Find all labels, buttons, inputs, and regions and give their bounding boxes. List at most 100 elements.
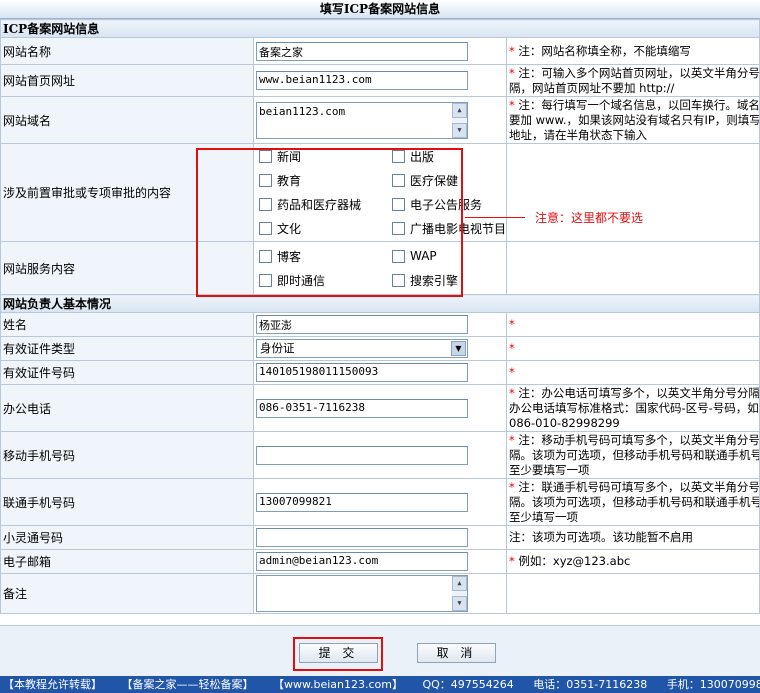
approval-label: 涉及前置审批或专项审批的内容 (0, 143, 254, 242)
checkbox-label: 出版 (410, 150, 435, 164)
checkbox-label: 广播电影电视节目 (410, 222, 507, 236)
person-name-input[interactable]: 杨亚澎 (256, 315, 468, 334)
checkbox-label: WAP (410, 249, 437, 263)
unicom-label: 联通手机号码 (0, 478, 254, 526)
checkbox-icon[interactable] (259, 249, 272, 263)
scroll-up-icon[interactable]: ▲ (452, 576, 467, 591)
id-number-input[interactable]: 140105198011150093 (256, 363, 468, 382)
checkbox-label: 博客 (277, 249, 302, 264)
office-phone-note-2: 办公电话填写标准格式：国家代码-区号-号码，如： (509, 400, 760, 415)
office-phone-note-3: 086-010-82998299 (509, 415, 620, 430)
checkbox-label: 搜索引擎 (410, 273, 459, 288)
approval-checkbox-healthcare[interactable]: 医疗保健 (389, 169, 506, 193)
site-name-note: * 注：网站名称填全称，不能填缩写 (509, 43, 691, 58)
footer-item: 电话：0351-7116238 (533, 678, 648, 691)
approval-checkbox-education[interactable]: 教育 (256, 169, 389, 193)
site-url-input[interactable]: www.beian1123.com (256, 71, 468, 90)
remark-label: 备注 (0, 573, 254, 614)
checkbox-label: 电子公告服务 (410, 198, 483, 212)
submit-highlight-box (293, 637, 383, 671)
unicom-note-3: 至少填写一项 (509, 509, 578, 524)
site-url-note-2: 隔，网站首页网址不要加 http:// (509, 80, 675, 95)
site-url-label: 网站首页网址 (0, 64, 254, 97)
checkbox-label: 医疗保健 (410, 174, 459, 188)
chevron-down-icon[interactable]: ▼ (451, 341, 466, 356)
site-domain-value: beian1123.com (259, 104, 346, 118)
checkbox-icon[interactable] (392, 273, 405, 287)
approval-checkbox-culture[interactable]: 文化 (256, 217, 389, 241)
domain-scrollbar[interactable]: ▲ ▼ (452, 102, 467, 138)
checkbox-label: 药品和医疗器械 (277, 198, 362, 212)
phs-note: 注：该项为可选项。该功能暂不启用 (509, 530, 693, 544)
required-star: * (509, 365, 515, 379)
checkbox-icon[interactable] (392, 174, 405, 187)
annotation-line (465, 217, 525, 218)
scroll-down-icon[interactable]: ▼ (452, 596, 467, 611)
service-checkbox-search[interactable]: 搜索引擎 (389, 268, 506, 292)
approval-checkbox-drugs[interactable]: 药品和医疗器械 (256, 193, 389, 217)
approval-checkbox-publishing[interactable]: 出版 (389, 145, 506, 169)
site-name-input[interactable]: 备案之家 (256, 41, 468, 61)
remark-textarea[interactable]: ▲ ▼ (256, 575, 468, 612)
unicom-note-2: 隔。该项为可选项，但移动手机号码和联通手机号码 (509, 494, 760, 509)
footer-bar: 【本教程允许转载】 【备案之家——轻松备案】 【www.beian123.com… (0, 676, 760, 693)
remark-scrollbar[interactable]: ▲ ▼ (452, 576, 467, 611)
service-checkbox-blog[interactable]: 博客 (256, 244, 389, 268)
phs-input[interactable] (256, 528, 468, 547)
email-input[interactable]: admin@beian123.com (256, 552, 468, 571)
id-type-value: 身份证 (260, 341, 295, 355)
footer-item: 【www.beian123.com】 (273, 678, 403, 691)
email-label: 电子邮箱 (0, 549, 254, 574)
service-label: 网站服务内容 (0, 241, 254, 295)
footer-item: 【本教程允许转载】 (3, 678, 102, 691)
approval-checkbox-broadcast[interactable]: 广播电影电视节目 (389, 217, 507, 241)
service-checkbox-wap[interactable]: WAP (389, 244, 506, 268)
site-domain-textarea[interactable]: beian1123.com ▲ ▼ (256, 101, 468, 139)
checkbox-label: 新闻 (277, 150, 302, 164)
footer-item: QQ：497554264 (422, 678, 514, 691)
checkbox-icon[interactable] (259, 198, 272, 211)
site-domain-note-1: * 注：每行填写一个域名信息，以回车换行。域名不 (509, 97, 760, 112)
checkbox-icon[interactable] (259, 150, 272, 163)
footer-item: 【备案之家——轻松备案】 (121, 678, 254, 691)
checkbox-label: 教育 (277, 174, 302, 188)
checkbox-icon[interactable] (259, 174, 272, 187)
checkbox-icon[interactable] (392, 222, 405, 235)
approval-checkbox-bbs[interactable]: 电子公告服务 (389, 193, 506, 217)
section-site-header: ICP备案网站信息 (0, 19, 760, 38)
page-title: 填写ICP备案网站信息 (0, 0, 760, 19)
approval-checkbox-grid: 新闻 出版 教育 医疗保健 药品和医疗器械 电子公告服务 文化 广播电影电视节目 (256, 145, 507, 241)
section-person-header: 网站负责人基本情况 (0, 294, 760, 313)
scroll-down-icon[interactable]: ▼ (452, 122, 467, 138)
checkbox-icon[interactable] (392, 249, 405, 263)
checkbox-icon[interactable] (392, 150, 405, 163)
annotation-text: 注意：这里都不要选 (535, 211, 644, 225)
service-checkbox-grid: 博客 WAP 即时通信 搜索引擎 (256, 244, 504, 292)
mobile-note-1: * 注：移动手机号码可填写多个，以英文半角分号分 (509, 432, 760, 447)
person-name-label: 姓名 (0, 312, 254, 337)
mobile-label: 移动手机号码 (0, 431, 254, 479)
checkbox-icon[interactable] (259, 273, 272, 287)
unicom-note-1: * 注：联通手机号码可填写多个，以英文半角分号分 (509, 479, 760, 494)
id-number-label: 有效证件号码 (0, 360, 254, 385)
id-type-select[interactable]: 身份证 ▼ (256, 339, 468, 358)
office-phone-note-1: * 注：办公电话可填写多个，以英文半角分号分隔。 (509, 385, 760, 400)
required-star: * (509, 341, 515, 355)
unicom-input[interactable]: 13007099821 (256, 492, 468, 512)
mobile-input[interactable] (256, 445, 468, 465)
phs-label: 小灵通号码 (0, 525, 254, 550)
cancel-button[interactable]: 取 消 (417, 643, 496, 663)
footer-item: 手机：13007099821 (666, 678, 760, 691)
site-domain-note-2: 要加 www.，如果该网站没有域名只有IP，则填写IP (509, 112, 760, 127)
checkbox-icon[interactable] (392, 198, 405, 211)
site-name-label: 网站名称 (0, 37, 254, 65)
office-phone-input[interactable]: 086-0351-7116238 (256, 398, 468, 418)
service-checkbox-im[interactable]: 即时通信 (256, 268, 389, 292)
id-type-label: 有效证件类型 (0, 336, 254, 361)
email-note: * 例如：xyz@123.abc (509, 554, 631, 568)
approval-checkbox-news[interactable]: 新闻 (256, 145, 389, 169)
site-domain-note-3: 地址，请在半角状态下输入 (509, 127, 647, 142)
checkbox-icon[interactable] (259, 222, 272, 235)
scroll-up-icon[interactable]: ▲ (452, 102, 467, 118)
office-phone-label: 办公电话 (0, 384, 254, 432)
